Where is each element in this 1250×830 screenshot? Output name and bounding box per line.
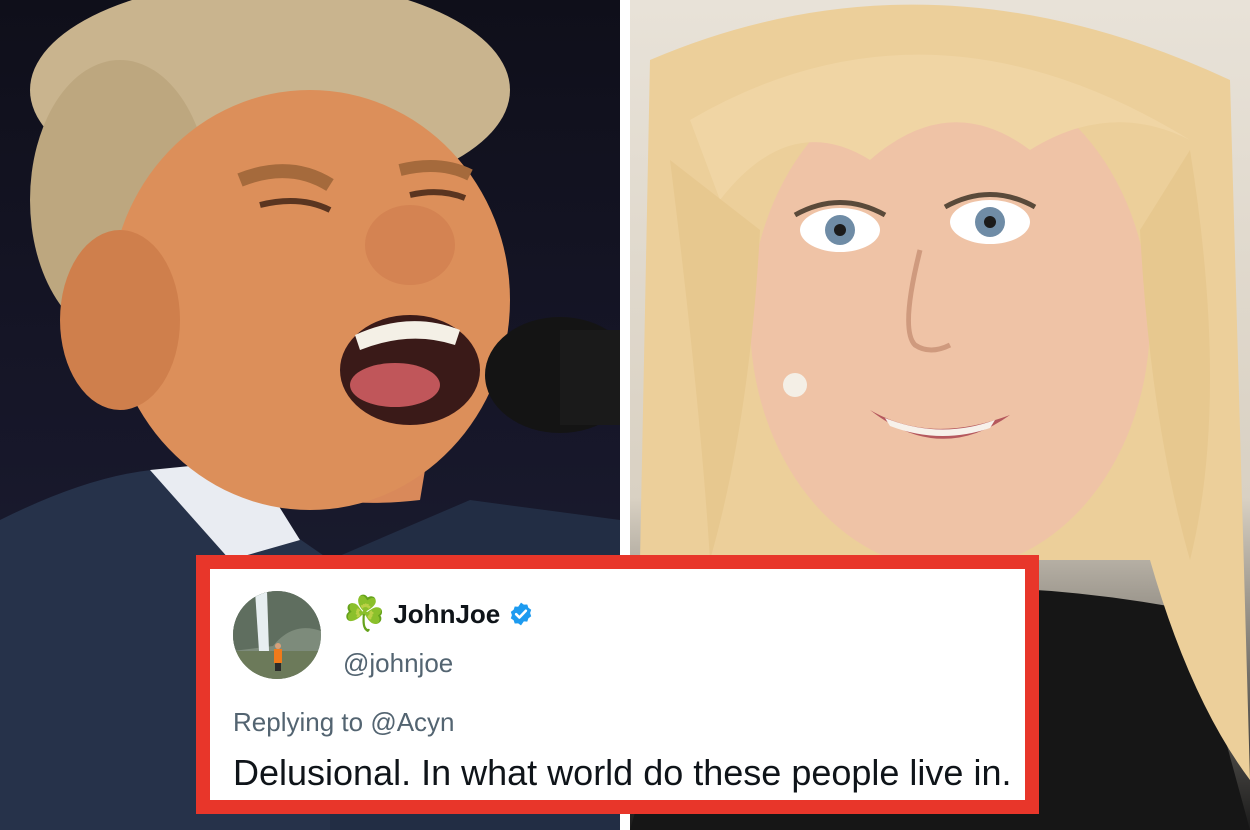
tweet-body-text: Delusional. In what world do these peopl… xyxy=(233,752,1012,793)
verified-badge-icon xyxy=(511,602,532,626)
avatar-waterfall-image xyxy=(233,591,321,679)
user-avatar[interactable] xyxy=(233,591,321,679)
tweet-card[interactable]: ☘️ JohnJoe @johnjoe Replying to @Acyn De… xyxy=(196,555,1039,814)
reply-prefix: Replying to xyxy=(233,707,364,737)
reply-mention-link[interactable]: @Acyn xyxy=(370,707,454,737)
author-handle[interactable]: @johnjoe xyxy=(343,648,453,679)
author-display-name[interactable]: JohnJoe xyxy=(393,599,500,630)
reply-context: Replying to @Acyn xyxy=(233,707,455,738)
shamrock-icon: ☘️ xyxy=(343,595,386,633)
tweet-author-row: ☘️ JohnJoe xyxy=(343,597,534,631)
